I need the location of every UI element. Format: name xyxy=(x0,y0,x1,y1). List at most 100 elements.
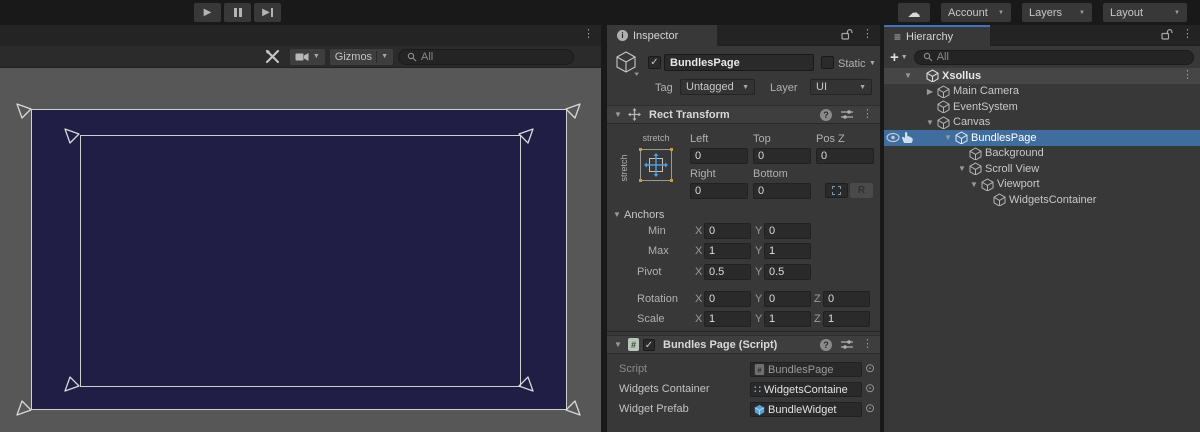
canvas-rect[interactable] xyxy=(31,109,567,410)
static-checkbox[interactable] xyxy=(821,56,834,69)
gameobject-name-field[interactable]: BundlesPage xyxy=(664,54,814,71)
widget-prefab-field[interactable]: BundleWidget xyxy=(750,402,862,417)
chevron-down-icon: ▼ xyxy=(381,53,388,60)
anchor-max-y-field[interactable]: 1 xyxy=(764,243,811,259)
scale-x-field[interactable]: 1 xyxy=(704,311,751,327)
foldout-open-icon[interactable]: ▼ xyxy=(612,340,624,349)
gizmos-dropdown[interactable]: Gizmos ▼ xyxy=(330,49,393,65)
tree-item-background[interactable]: Background xyxy=(884,146,1200,162)
static-dropdown-icon[interactable]: ▼ xyxy=(869,60,876,67)
component-menu-icon[interactable]: ⋮ xyxy=(862,339,873,350)
raw-edit-button[interactable]: R xyxy=(850,183,873,198)
scale-z-field[interactable]: 1 xyxy=(823,311,870,327)
scrollview-rect[interactable] xyxy=(80,135,521,387)
anchor-preset-widget[interactable] xyxy=(637,146,675,184)
script-object-field[interactable]: # BundlesPage xyxy=(750,362,862,377)
gizmos-label: Gizmos xyxy=(335,51,372,63)
foldout-open-icon[interactable]: ▼ xyxy=(924,118,936,127)
tab-inspector[interactable]: i Inspector xyxy=(607,25,717,46)
tree-item-widgetscontainer[interactable]: WidgetsContainer xyxy=(884,192,1200,208)
bottom-field[interactable]: 0 xyxy=(753,183,811,199)
gameobject-icon xyxy=(969,162,982,175)
gameobject-icon xyxy=(937,85,950,98)
presets-icon[interactable] xyxy=(841,109,853,120)
step-icon: ▶ xyxy=(262,7,270,18)
rotation-z-field[interactable]: 0 xyxy=(823,291,870,307)
scene-menu-icon[interactable]: ⋮ xyxy=(1182,70,1193,81)
component-enabled-checkbox[interactable]: ✓ xyxy=(643,339,655,351)
foldout-open-icon[interactable]: ▼ xyxy=(956,164,968,173)
scene-search-input[interactable]: All xyxy=(398,49,574,65)
foldout-open-icon[interactable]: ▼ xyxy=(942,133,954,142)
foldout-closed-icon[interactable]: ▶ xyxy=(924,87,936,96)
play-button[interactable]: ▶ xyxy=(194,3,221,22)
layer-dropdown[interactable]: UI ▼ xyxy=(810,79,872,95)
foldout-open-icon[interactable]: ▼ xyxy=(902,71,914,80)
camera-dropdown[interactable]: ▼ xyxy=(290,49,325,65)
tree-item-scroll-view[interactable]: ▼ Scroll View xyxy=(884,161,1200,177)
foldout-open-icon[interactable]: ▼ xyxy=(968,180,980,189)
layout-dropdown[interactable]: Layout ▼ xyxy=(1103,3,1187,22)
script-component-header[interactable]: ▼ # ✓ Bundles Page (Script) ? ⋮ xyxy=(607,335,880,354)
object-picker-icon[interactable]: ⊙ xyxy=(865,402,875,415)
lock-icon[interactable] xyxy=(841,28,853,40)
anchor-max-x-field[interactable]: 1 xyxy=(704,243,751,259)
layers-dropdown[interactable]: Layers ▼ xyxy=(1022,3,1092,22)
pivot-x-field[interactable]: 0.5 xyxy=(704,264,751,280)
left-field[interactable]: 0 xyxy=(690,148,748,164)
scale-y-field[interactable]: 1 xyxy=(764,311,811,327)
visibility-eye-icon[interactable] xyxy=(886,131,900,144)
lock-icon[interactable] xyxy=(1161,28,1173,40)
cloud-button[interactable]: ☁ xyxy=(898,3,930,22)
active-checkbox[interactable]: ✓ xyxy=(648,56,661,69)
rect-transform-header[interactable]: ▼ Rect Transform ? ⋮ xyxy=(607,105,880,124)
tools-button[interactable] xyxy=(260,49,285,65)
foldout-open-icon[interactable]: ▼ xyxy=(611,210,623,219)
help-icon[interactable]: ? xyxy=(820,339,832,351)
presets-icon[interactable] xyxy=(841,339,853,350)
anchors-title: Anchors xyxy=(624,209,664,221)
object-picker-icon[interactable]: ⊙ xyxy=(865,362,875,375)
stretch-label-h: stretch xyxy=(637,133,675,143)
blueprint-mode-button[interactable] xyxy=(825,183,848,198)
scene-tab-strip: ⋮ xyxy=(0,25,601,46)
tree-item-eventsystem[interactable]: EventSystem xyxy=(884,99,1200,115)
component-menu-icon[interactable]: ⋮ xyxy=(862,109,873,120)
add-object-button[interactable]: + ▼ xyxy=(890,49,908,66)
posz-field[interactable]: 0 xyxy=(816,148,874,164)
step-button[interactable]: ▶ xyxy=(254,3,281,22)
pivot-y-field[interactable]: 0.5 xyxy=(764,264,811,280)
right-field[interactable]: 0 xyxy=(690,183,748,199)
toolbar-right-group: ☁ Account ▼ Layers ▼ Layout ▼ xyxy=(898,3,1187,22)
scene-row-xsollus[interactable]: ▼ Xsollus ⋮ xyxy=(884,68,1200,84)
tag-dropdown[interactable]: Untagged ▼ xyxy=(680,79,755,95)
tree-item-bundlespage[interactable]: ▼ BundlesPage xyxy=(884,130,1200,146)
anchor-min-y-field[interactable]: 0 xyxy=(764,223,811,239)
foldout-open-icon[interactable]: ▼ xyxy=(612,110,624,119)
chevron-down-icon: ▼ xyxy=(1079,10,1085,16)
anchor-min-x-field[interactable]: 0 xyxy=(704,223,751,239)
tab-hierarchy[interactable]: ≡ Hierarchy xyxy=(884,25,990,46)
help-icon[interactable]: ? xyxy=(820,109,832,121)
pause-button[interactable] xyxy=(224,3,251,22)
panel-menu-icon[interactable]: ⋮ xyxy=(1182,29,1193,40)
account-dropdown[interactable]: Account ▼ xyxy=(941,3,1011,22)
hierarchy-search-input[interactable]: All xyxy=(914,50,1194,65)
scene-viewport[interactable] xyxy=(0,68,601,432)
pickability-hand-icon[interactable] xyxy=(901,131,914,144)
tree-item-viewport[interactable]: ▼ Viewport xyxy=(884,177,1200,193)
unity-editor-window: ▶ ▶ ☁ Account ▼ Layers ▼ Layout ▼ xyxy=(0,0,1200,432)
panel-menu-icon[interactable]: ⋮ xyxy=(862,29,873,40)
rotation-x-field[interactable]: 0 xyxy=(704,291,751,307)
gameobject-cube-icon[interactable] xyxy=(615,51,639,77)
top-field[interactable]: 0 xyxy=(753,148,811,164)
axis-y-label: Y xyxy=(755,266,762,278)
hierarchy-panel: ≡ Hierarchy ⋮ + ▼ All xyxy=(884,25,1200,432)
prefab-cube-icon xyxy=(754,404,765,416)
panel-menu-icon[interactable]: ⋮ xyxy=(583,29,594,40)
tree-item-main-camera[interactable]: ▶ Main Camera xyxy=(884,84,1200,100)
tree-item-canvas[interactable]: ▼ Canvas xyxy=(884,115,1200,131)
widgets-container-field[interactable]: ∷ WidgetsContaine xyxy=(750,382,862,397)
object-picker-icon[interactable]: ⊙ xyxy=(865,382,875,395)
rotation-y-field[interactable]: 0 xyxy=(764,291,811,307)
